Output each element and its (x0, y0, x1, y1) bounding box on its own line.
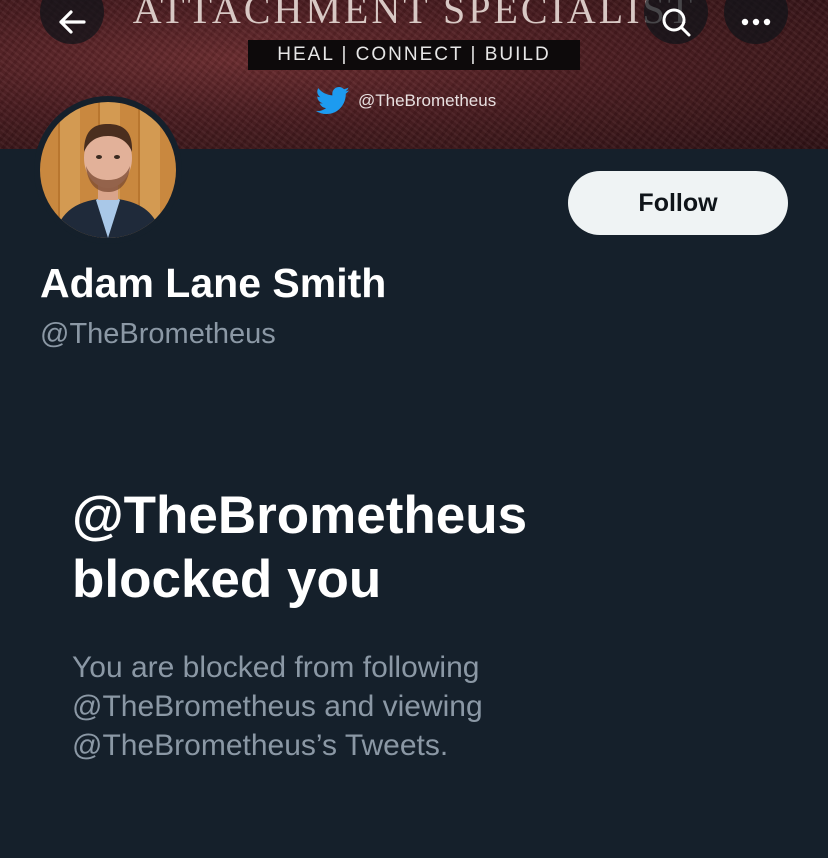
search-icon (660, 0, 692, 38)
profile-display-name: Adam Lane Smith (40, 260, 387, 306)
follow-button[interactable]: Follow (568, 171, 788, 235)
profile-username: @TheBrometheus (40, 318, 276, 350)
blocked-description-line: @TheBrometheus and viewing (72, 690, 483, 723)
banner-tagline: HEAL | CONNECT | BUILD (248, 40, 580, 70)
arrow-left-icon (58, 0, 86, 34)
avatar-photo (40, 102, 176, 238)
banner-twitter-handle: @TheBrometheus (316, 84, 496, 118)
twitter-bird-icon (316, 86, 350, 116)
avatar[interactable] (34, 96, 182, 244)
more-horizontal-icon (741, 0, 771, 27)
blocked-description-line: You are blocked from following (72, 651, 480, 684)
blocked-description: You are blocked from following @TheBrome… (72, 648, 712, 765)
banner-handle-text: @TheBrometheus (358, 91, 497, 110)
blocked-heading: @TheBrometheus blocked you (72, 484, 752, 612)
blocked-heading-line: blocked you (72, 550, 382, 609)
blocked-heading-line: @TheBrometheus (72, 486, 528, 545)
blocked-description-line: @TheBrometheus’s Tweets. (72, 729, 449, 762)
